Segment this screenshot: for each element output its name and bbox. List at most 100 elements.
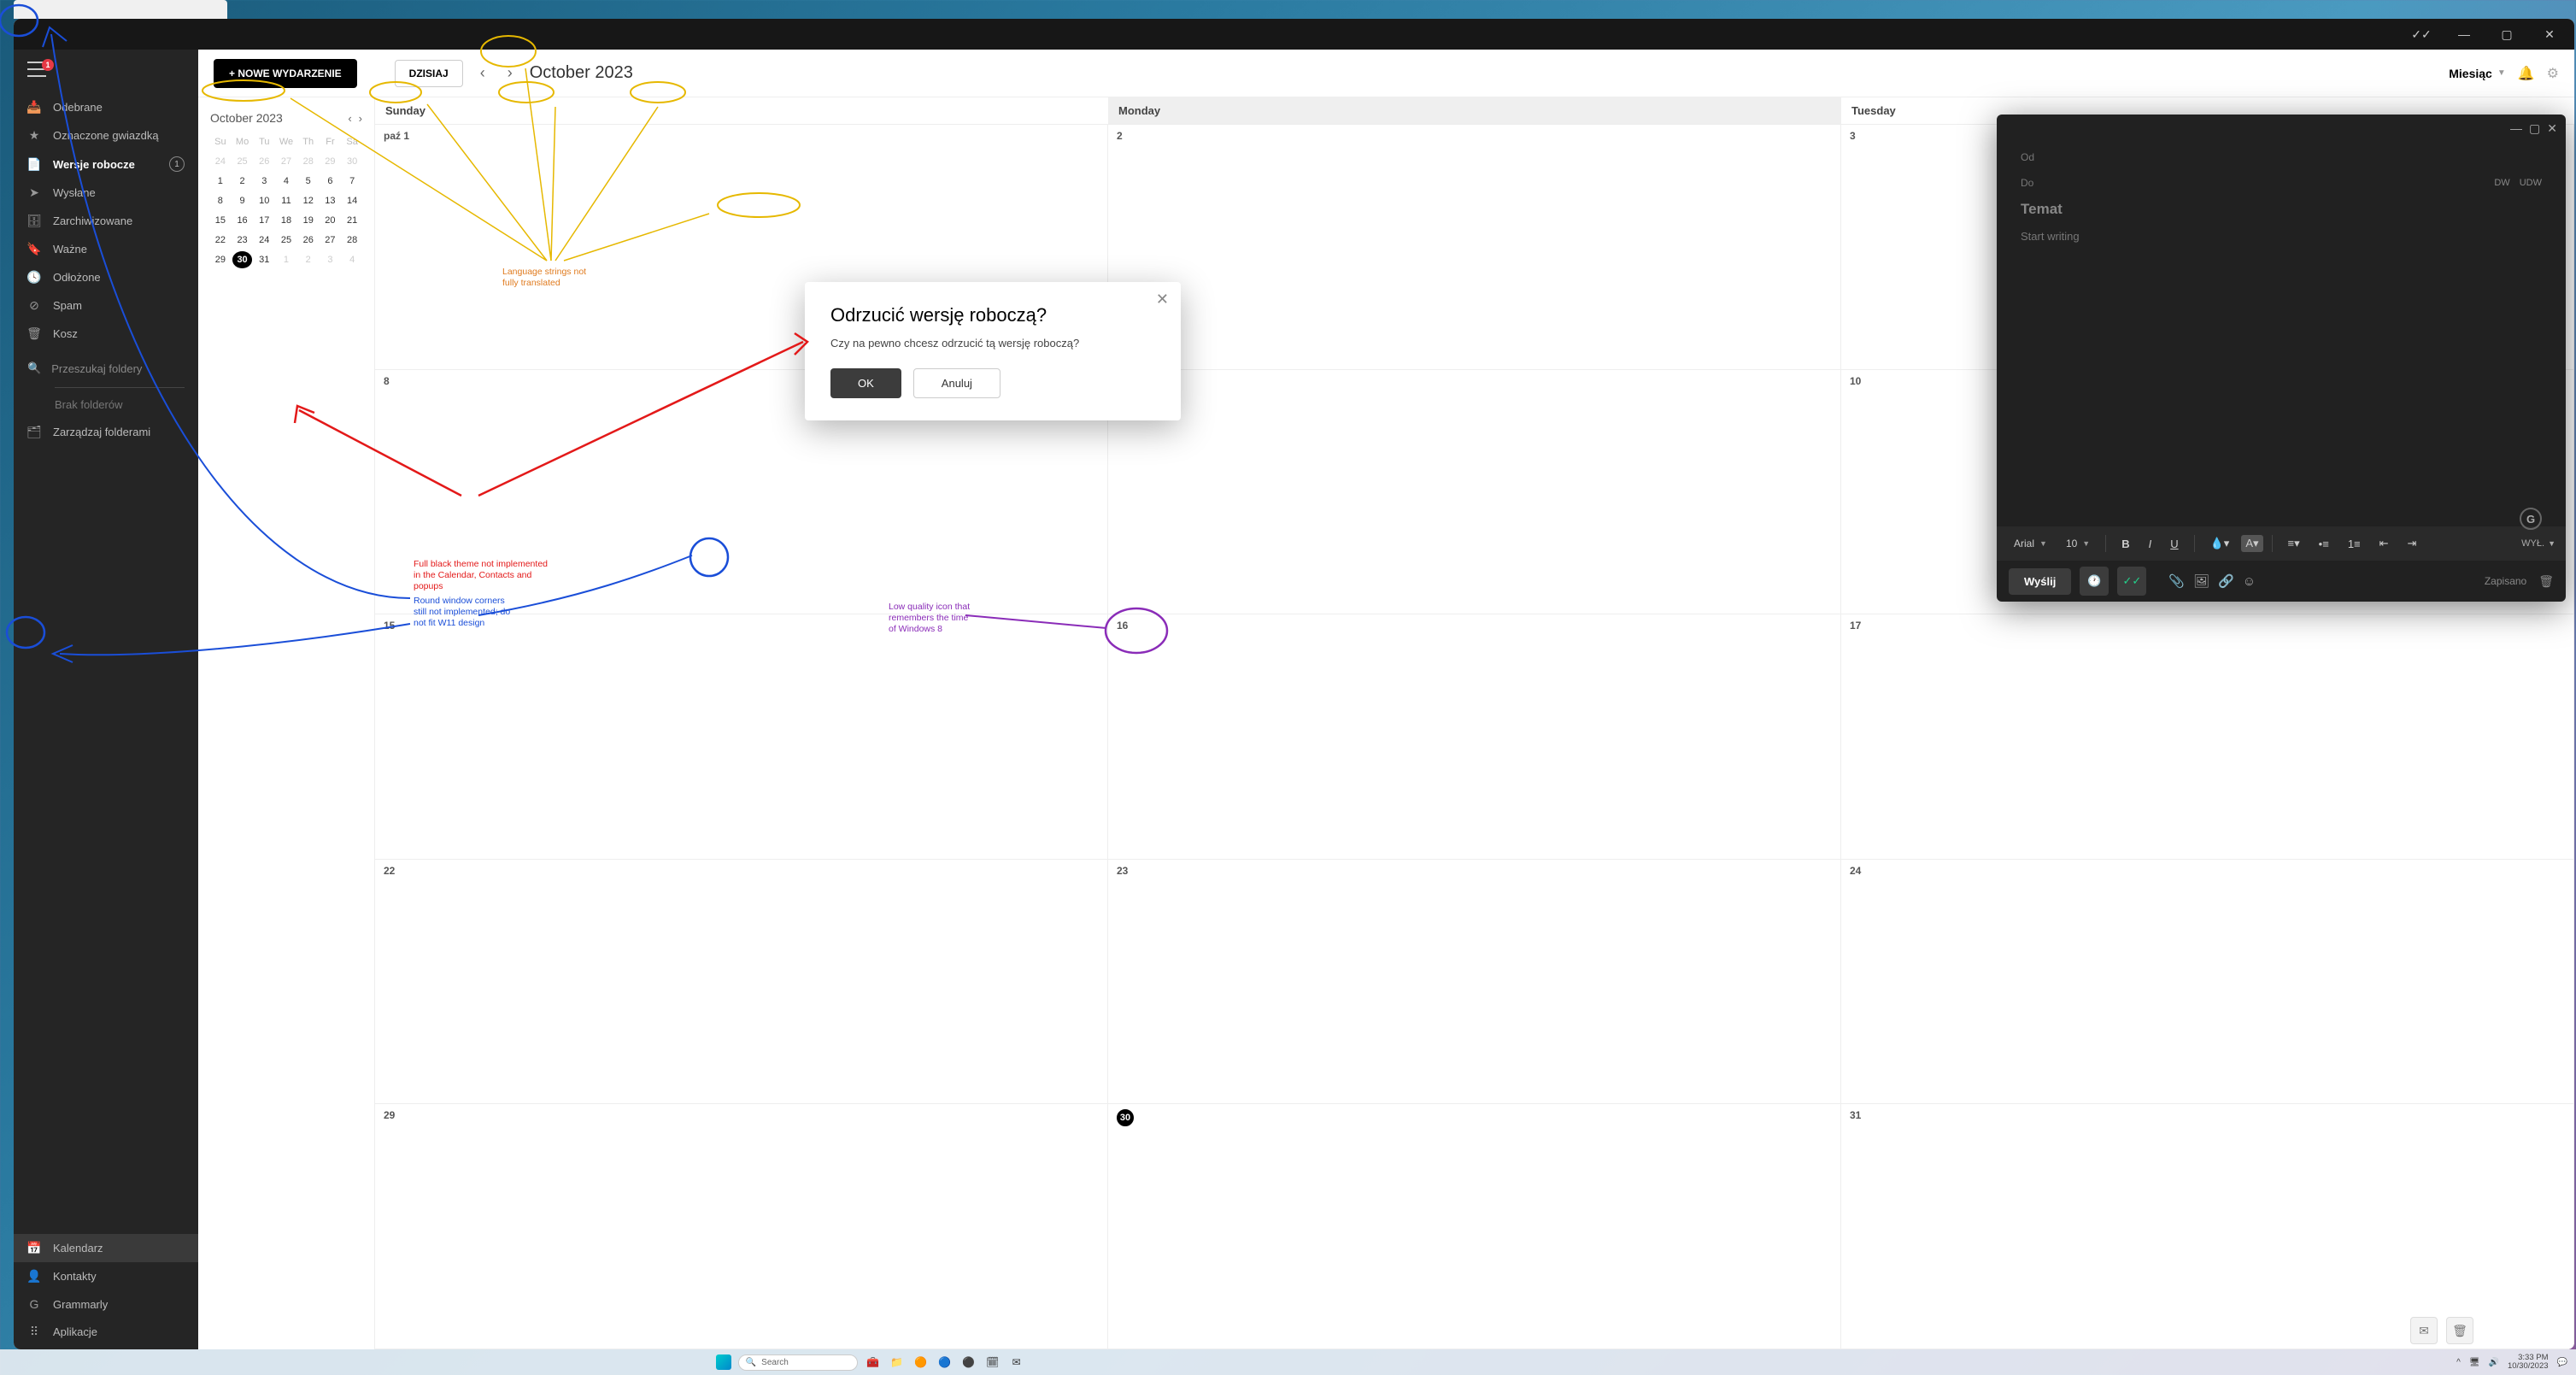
mini-daycell[interactable]: 1 <box>276 251 296 268</box>
italic-icon[interactable]: I <box>2142 534 2159 554</box>
mini-daycell[interactable]: 11 <box>276 192 296 209</box>
modal-close-icon[interactable]: ✕ <box>1156 291 1169 308</box>
mini-daycell[interactable]: 15 <box>210 212 231 229</box>
mini-daycell[interactable]: 18 <box>276 212 296 229</box>
font-select[interactable]: Arial▼ <box>2007 534 2054 553</box>
taskbar-app-4[interactable]: 🔵 <box>936 1354 954 1371</box>
underline-icon[interactable]: U <box>2163 534 2185 554</box>
mini-daycell[interactable]: 29 <box>210 251 231 268</box>
mini-daycell[interactable]: 3 <box>320 251 341 268</box>
mini-next-icon[interactable]: › <box>359 112 362 125</box>
mini-daycell[interactable]: 25 <box>276 232 296 249</box>
taskbar-app-6[interactable]: 🗓 <box>984 1354 1001 1371</box>
sidebar-search[interactable]: 🔍 Przeszukaj foldery <box>14 353 198 384</box>
day-cell[interactable]: 17 <box>1841 614 2574 859</box>
grammarly-icon[interactable]: G <box>2520 508 2542 530</box>
emoji-icon[interactable]: ☺ <box>2243 574 2256 589</box>
prev-month-button[interactable]: ‹ <box>475 61 490 85</box>
compose-minimize-icon[interactable]: — <box>2510 121 2522 136</box>
mini-daycell[interactable]: 28 <box>342 232 362 249</box>
mini-daycell[interactable]: 14 <box>342 192 362 209</box>
text-color-icon[interactable]: 💧▾ <box>2203 533 2237 554</box>
window-maximize-icon[interactable]: ▢ <box>2487 21 2526 48</box>
mini-prev-icon[interactable]: ‹ <box>348 112 351 125</box>
view-selector[interactable]: Miesiąc ▼ <box>2449 67 2506 80</box>
day-cell[interactable]: 9 <box>1108 370 1841 614</box>
mini-daycell[interactable]: 3 <box>254 173 274 190</box>
tray-clock[interactable]: 3:33 PM 10/30/2023 <box>2508 1354 2549 1372</box>
mini-daycell[interactable]: 29 <box>320 153 341 170</box>
mini-daycell[interactable]: 25 <box>232 153 253 170</box>
mini-daycell[interactable]: 26 <box>254 153 274 170</box>
taskbar-search[interactable]: 🔍 Search <box>738 1354 858 1371</box>
day-cell[interactable]: 31 <box>1841 1104 2574 1349</box>
day-cell[interactable]: 2 <box>1108 125 1841 369</box>
day-cell[interactable]: 22 <box>375 860 1108 1104</box>
mini-daycell[interactable]: 19 <box>298 212 319 229</box>
titlebar-check-icon[interactable]: ✓✓ <box>2402 21 2441 48</box>
tray-chevron-icon[interactable]: ^ <box>2456 1358 2461 1367</box>
sidebar-footer-item[interactable]: 📅Kalendarz <box>14 1234 198 1262</box>
tray-network-icon[interactable]: 🖥 <box>2469 1358 2480 1367</box>
indent-icon[interactable]: ⇥ <box>2401 533 2424 554</box>
sidebar-item[interactable]: ⊘Spam <box>14 291 198 320</box>
bcc-button[interactable]: UDW <box>2520 178 2542 188</box>
mini-daycell[interactable]: 31 <box>254 251 274 268</box>
sidebar-footer-item[interactable]: GGrammarly <box>14 1290 198 1318</box>
link-icon[interactable]: 🔗 <box>2218 573 2234 589</box>
window-minimize-icon[interactable]: — <box>2444 21 2484 48</box>
bell-icon[interactable]: 🔔 <box>2518 65 2535 82</box>
hamburger-button[interactable]: 1 <box>14 50 198 88</box>
mini-daycell[interactable]: 21 <box>342 212 362 229</box>
compose-close-icon[interactable]: ✕ <box>2547 121 2557 136</box>
gear-icon[interactable]: ⚙ <box>2547 65 2559 82</box>
taskbar-app-2[interactable]: 📁 <box>889 1354 906 1371</box>
day-cell[interactable]: 30 <box>1108 1104 1841 1349</box>
format-off[interactable]: WYŁ. ▼ <box>2521 538 2555 549</box>
send-button[interactable]: Wyślij <box>2009 568 2071 595</box>
day-cell[interactable]: 23 <box>1108 860 1841 1104</box>
day-cell[interactable]: 29 <box>375 1104 1108 1349</box>
day-cell[interactable]: 16 <box>1108 614 1841 859</box>
day-cell[interactable]: 15 <box>375 614 1108 859</box>
mini-daycell[interactable]: 12 <box>298 192 319 209</box>
fontsize-select[interactable]: 10▼ <box>2059 534 2097 553</box>
align-icon[interactable]: ≡▾ <box>2281 533 2307 554</box>
bullet-list-icon[interactable]: •≡ <box>2312 534 2336 554</box>
mini-daycell[interactable]: 4 <box>276 173 296 190</box>
body-placeholder[interactable]: Start writing <box>2021 230 2542 243</box>
mini-daycell[interactable]: 17 <box>254 212 274 229</box>
mini-daycell[interactable]: 2 <box>298 251 319 268</box>
modal-ok-button[interactable]: OK <box>830 368 901 398</box>
day-cell[interactable]: 24 <box>1841 860 2574 1104</box>
sidebar-footer-item[interactable]: ⠿Aplikacje <box>14 1318 198 1346</box>
read-receipt-icon[interactable]: ✓✓ <box>2117 567 2146 596</box>
image-icon[interactable]: 🖼 <box>2193 573 2209 589</box>
mini-daycell[interactable]: 23 <box>232 232 253 249</box>
mini-daycell[interactable]: 30 <box>342 153 362 170</box>
mini-daycell[interactable]: 5 <box>298 173 319 190</box>
taskbar-app-3[interactable]: 🟠 <box>912 1354 930 1371</box>
mini-daycell[interactable]: 1 <box>210 173 231 190</box>
highlight-icon[interactable]: A▾ <box>2241 535 2262 552</box>
tray-volume-icon[interactable]: 🔊 <box>2489 1358 2499 1367</box>
mini-daycell[interactable]: 4 <box>342 251 362 268</box>
sidebar-item[interactable]: 🗄Zarchiwizowane <box>14 207 198 235</box>
mini-daycell[interactable]: 26 <box>298 232 319 249</box>
mini-daycell[interactable]: 2 <box>232 173 253 190</box>
number-list-icon[interactable]: 1≡ <box>2341 534 2368 554</box>
next-month-button[interactable]: › <box>502 61 518 85</box>
new-event-button[interactable]: + NOWE WYDARZENIE <box>214 59 357 88</box>
mini-daycell[interactable]: 16 <box>232 212 253 229</box>
schedule-send-icon[interactable]: 🕐 <box>2080 567 2109 596</box>
float-trash-icon[interactable]: 🗑 <box>2446 1317 2473 1344</box>
sidebar-item[interactable]: 🗑Kosz <box>14 320 198 348</box>
mini-daycell[interactable]: 6 <box>320 173 341 190</box>
bold-icon[interactable]: B <box>2115 534 2136 554</box>
subject-placeholder[interactable]: Temat <box>2021 201 2542 218</box>
mini-daycell[interactable]: 20 <box>320 212 341 229</box>
attach-icon[interactable]: 📎 <box>2168 573 2185 589</box>
window-close-icon[interactable]: ✕ <box>2530 21 2569 48</box>
mini-daycell[interactable]: 30 <box>232 251 253 268</box>
mini-daycell[interactable]: 10 <box>254 192 274 209</box>
